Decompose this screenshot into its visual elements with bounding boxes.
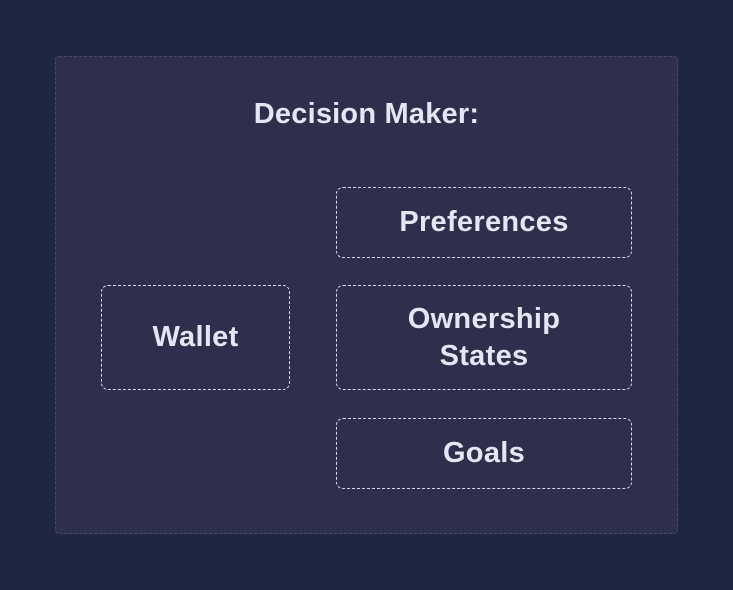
preferences-label: Preferences [399, 206, 569, 238]
ownership-states-box: Ownership States [336, 285, 632, 390]
wallet-box: Wallet [101, 285, 290, 390]
goals-label: Goals [442, 437, 526, 469]
decision-maker-title: Decision Maker: [253, 98, 480, 130]
preferences-box: Preferences [336, 187, 632, 258]
wallet-label: Wallet [152, 321, 239, 353]
ownership-states-label: Ownership States [407, 302, 561, 372]
goals-box: Goals [336, 418, 632, 489]
